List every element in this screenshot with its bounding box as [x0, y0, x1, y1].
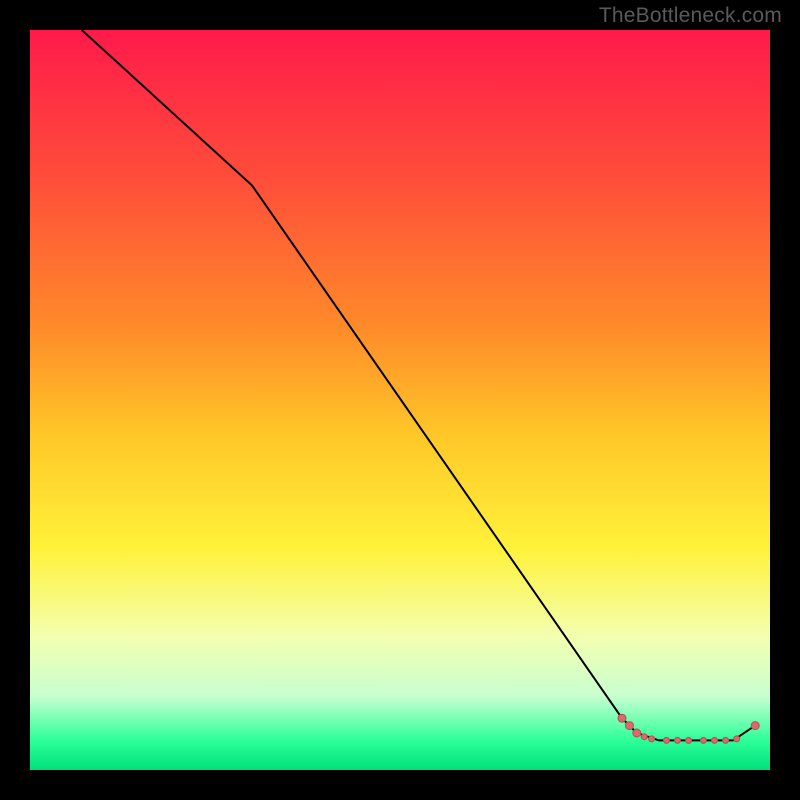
- data-marker: [663, 737, 669, 743]
- data-marker: [734, 736, 740, 742]
- data-marker: [641, 734, 647, 740]
- watermark-label: TheBottleneck.com: [599, 4, 782, 28]
- data-marker: [633, 729, 641, 737]
- data-marker: [712, 737, 718, 743]
- data-marker: [700, 737, 706, 743]
- chart-plot: [30, 30, 770, 770]
- data-marker: [686, 737, 692, 743]
- data-marker: [618, 714, 626, 722]
- data-marker: [723, 737, 729, 743]
- data-marker: [675, 737, 681, 743]
- data-marker: [649, 736, 655, 742]
- chart-svg: [30, 30, 770, 770]
- data-marker: [751, 722, 759, 730]
- data-marker: [625, 722, 633, 730]
